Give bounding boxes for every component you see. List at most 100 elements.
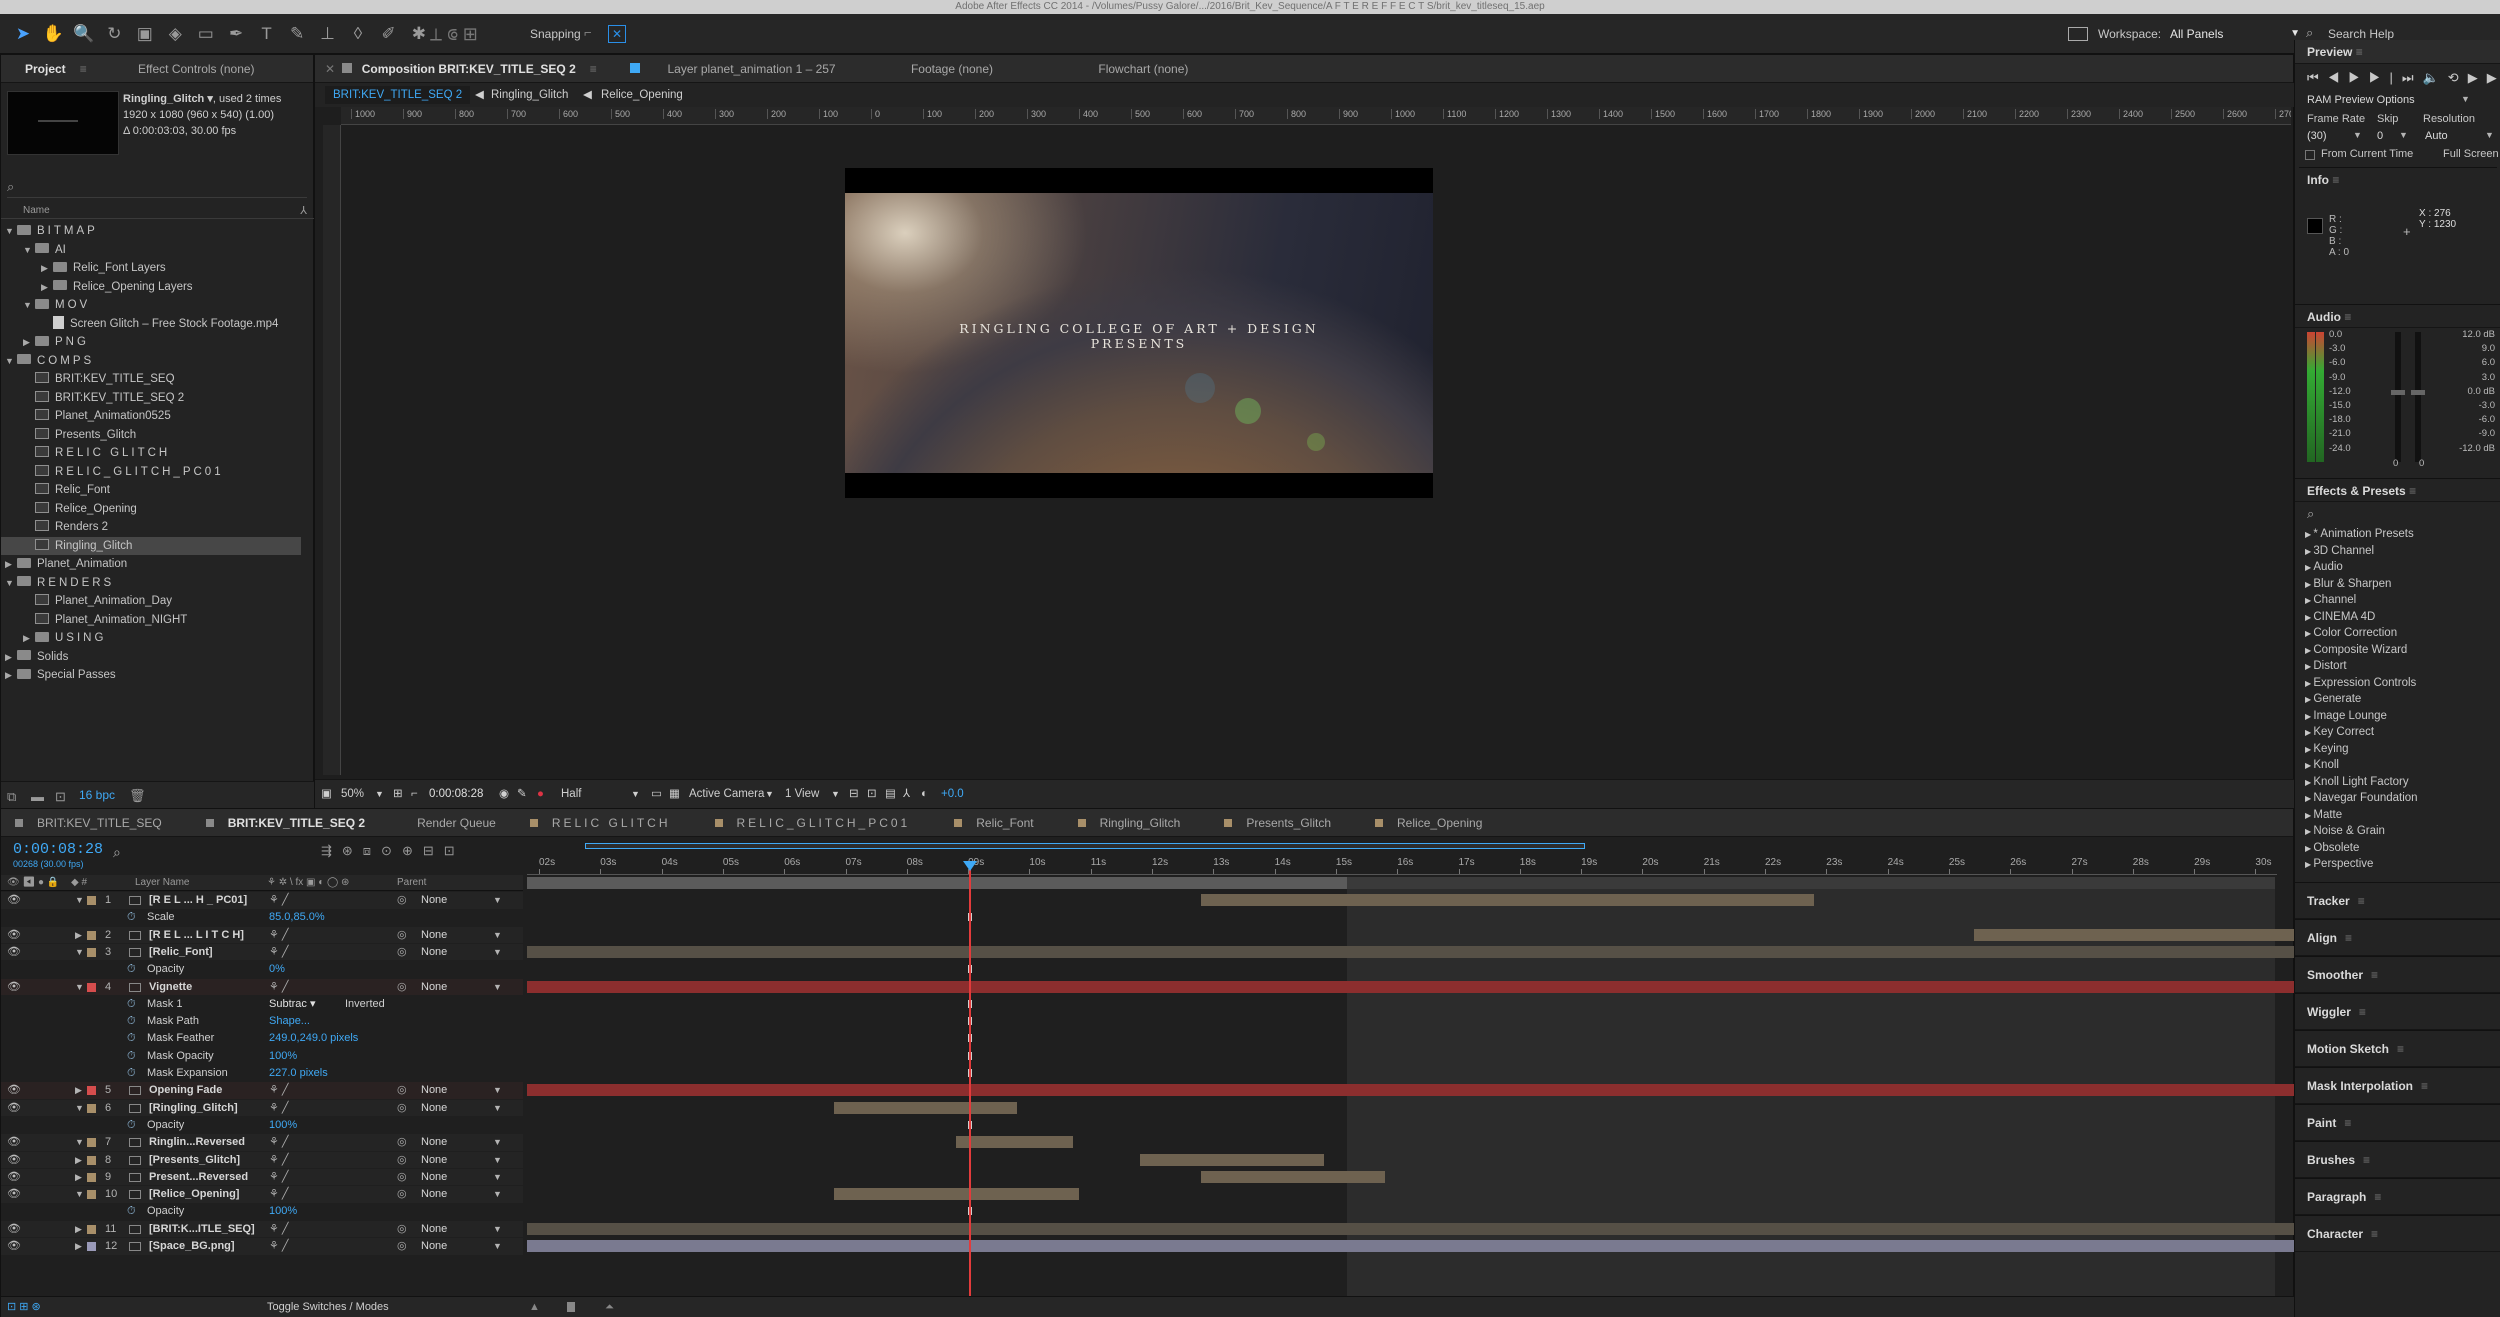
- project-item[interactable]: ▼ AI: [1, 241, 301, 260]
- project-item[interactable]: ▼ BITMAP: [1, 222, 301, 241]
- project-item[interactable]: Screen Glitch – Free Stock Footage.mp4: [1, 315, 301, 334]
- zoom-slider[interactable]: [567, 1302, 575, 1312]
- layer-name[interactable]: [Relic_Font]: [149, 944, 213, 961]
- layer-switches-icons[interactable]: ⚘ ╱: [269, 1221, 289, 1238]
- disclosure-closed-icon[interactable]: ▶: [5, 666, 17, 685]
- layer-name[interactable]: [Presents_Glitch]: [149, 1152, 240, 1169]
- type-tool-icon[interactable]: T: [254, 21, 280, 47]
- layer-duration-bar[interactable]: [833, 1101, 1018, 1114]
- layer-label-color[interactable]: [87, 896, 96, 905]
- project-item[interactable]: Ringling_Glitch: [1, 536, 301, 555]
- snapping-toggle-icon[interactable]: ✕: [608, 25, 626, 43]
- flowchart-icon[interactable]: ⅄: [300, 203, 307, 219]
- layer-switches-icons[interactable]: ⚘ ╱: [269, 1238, 289, 1255]
- layer-row[interactable]: 👁 ▼ 1 [R E L ... H _ PC01] ⚘ ╱ ◎ None ▼: [1, 892, 523, 909]
- project-item[interactable]: ▶ Planet_Animation: [1, 555, 301, 574]
- parent-select[interactable]: None: [421, 1186, 447, 1203]
- effects-category[interactable]: ▶ Key Correct: [2295, 724, 2500, 741]
- breadcrumb-item[interactable]: BRIT:KEV_TITLE_SEQ 2: [325, 86, 471, 104]
- layer-name[interactable]: Vignette: [149, 979, 192, 996]
- parent-pickwhip-icon[interactable]: ◎: [397, 1134, 407, 1151]
- layer-duration-bar[interactable]: [527, 1084, 2366, 1097]
- project-column-header[interactable]: Name ⅄: [1, 203, 315, 219]
- layer-property-row[interactable]: ⏱ Mask 1 Subtrac ▾ Inverted: [1, 995, 523, 1013]
- audio-slider-thumb[interactable]: [2391, 390, 2405, 395]
- layer-name[interactable]: Ringlin...Reversed: [149, 1134, 245, 1151]
- previous-frame-icon[interactable]: ◀: [2328, 70, 2349, 85]
- property-value[interactable]: Subtrac ▾: [269, 996, 316, 1013]
- disclosure-closed-icon[interactable]: ▶: [23, 333, 35, 352]
- frame-rate-select[interactable]: (30): [2307, 130, 2327, 142]
- layer-disclosure-icon[interactable]: ▶: [75, 927, 82, 944]
- parent-select[interactable]: None: [421, 892, 447, 909]
- mute-audio-icon[interactable]: 🔈: [2423, 70, 2448, 85]
- current-time-display[interactable]: 0:00:08:28: [13, 841, 103, 858]
- project-item[interactable]: ▶ Solids: [1, 648, 301, 667]
- property-value[interactable]: 249.0,249.0 pixels: [269, 1030, 358, 1047]
- project-item[interactable]: Planet_Animation0525: [1, 407, 301, 426]
- layer-duration-bar[interactable]: [1201, 1170, 1386, 1183]
- layer-switches-icons[interactable]: ⚘ ╱: [269, 1134, 289, 1151]
- layer-label-color[interactable]: [87, 1086, 96, 1096]
- timeline-footer-icons[interactable]: ⊡ ⊞ ⊛: [7, 1297, 41, 1317]
- stopwatch-icon[interactable]: ⏱: [127, 961, 136, 978]
- work-area-bar[interactable]: [527, 877, 1347, 889]
- collapsed-panel-header[interactable]: Character ≡: [2295, 1215, 2500, 1252]
- project-item[interactable]: Presents_Glitch: [1, 426, 301, 445]
- collapsed-panel-header[interactable]: Motion Sketch ≡: [2295, 1030, 2500, 1067]
- effects-category[interactable]: ▶ Expression Controls: [2295, 675, 2500, 692]
- layer-row[interactable]: 👁 ▶ 5 Opening Fade ⚘ ╱ ◎ None ▼: [1, 1082, 523, 1099]
- stopwatch-icon[interactable]: ⏱: [127, 1203, 136, 1220]
- parent-pickwhip-icon[interactable]: ◎: [397, 1152, 407, 1169]
- effects-category[interactable]: ▶ Perspective: [2295, 856, 2500, 873]
- skip-select[interactable]: 0: [2377, 130, 2383, 142]
- layer-switches-icons[interactable]: ⚘ ╱: [269, 1186, 289, 1203]
- layer-property-row[interactable]: ⏱ Mask Path Shape...: [1, 1013, 523, 1030]
- stopwatch-icon[interactable]: ⏱: [127, 996, 136, 1013]
- project-item[interactable]: Planet_Animation_NIGHT: [1, 611, 301, 630]
- layer-duration-bar[interactable]: [1140, 1153, 1324, 1166]
- layer-row[interactable]: 👁 ▼ 6 [Ringling_Glitch] ⚘ ╱ ◎ None ▼: [1, 1099, 523, 1117]
- disclosure-closed-icon[interactable]: ▶: [41, 259, 53, 278]
- safe-zones-icon[interactable]: ⊞: [393, 780, 403, 808]
- layer-label-color[interactable]: [87, 947, 96, 957]
- parent-pickwhip-icon[interactable]: ◎: [397, 1082, 407, 1099]
- parent-pickwhip-icon[interactable]: ◎: [397, 1169, 407, 1186]
- collapsed-panel-header[interactable]: Brushes ≡: [2295, 1141, 2500, 1178]
- project-item[interactable]: RELIC_GLITCH_PC01: [1, 463, 301, 482]
- effects-category[interactable]: ▶ Composite Wizard: [2295, 642, 2500, 659]
- hand-tool-icon[interactable]: ✋: [40, 21, 66, 47]
- preview-panel-header[interactable]: Preview ≡: [2295, 40, 2500, 64]
- layer-disclosure-icon[interactable]: ▼: [75, 892, 84, 909]
- parent-column[interactable]: Parent: [397, 875, 426, 891]
- roto-brush-tool-icon[interactable]: ✐: [375, 21, 401, 47]
- layer-duration-bar[interactable]: [527, 1240, 2366, 1252]
- layer-row[interactable]: 👁 ▼ 3 [Relic_Font] ⚘ ╱ ◎ None ▼: [1, 943, 523, 961]
- snapping-icon[interactable]: ⌐: [584, 25, 600, 41]
- parent-pickwhip-icon[interactable]: ◎: [397, 927, 407, 944]
- tab-project[interactable]: Project: [11, 55, 80, 82]
- stopwatch-icon[interactable]: ⏱: [127, 1065, 136, 1082]
- visibility-eye-icon[interactable]: 👁: [7, 944, 21, 961]
- breadcrumb-item[interactable]: Relice_Opening: [601, 83, 683, 107]
- tab-timeline-1[interactable]: BRIT:KEV_TITLE_SEQ 2: [214, 809, 379, 836]
- layer-switches-icons[interactable]: ⚘ ╱: [269, 1082, 289, 1099]
- layer-property-row[interactable]: ⏱ Mask Feather 249.0,249.0 pixels: [1, 1030, 523, 1047]
- layer-disclosure-icon[interactable]: ▼: [75, 1186, 84, 1203]
- selected-item-name[interactable]: Ringling_Glitch ▾: [123, 93, 213, 105]
- visibility-eye-icon[interactable]: 👁: [7, 927, 21, 944]
- layer-switches-icons[interactable]: ⚘ ╱: [269, 1100, 289, 1117]
- disclosure-open-icon[interactable]: ▼: [5, 574, 17, 593]
- current-time-indicator[interactable]: [969, 865, 971, 1316]
- exposure-value[interactable]: +0.0: [941, 780, 964, 808]
- new-folder-icon[interactable]: ▬: [31, 789, 44, 804]
- panel-menu-icon[interactable]: ≡: [2358, 894, 2365, 908]
- panel-menu-icon[interactable]: ≡: [2359, 1005, 2366, 1019]
- tab-composition[interactable]: Composition BRIT:KEV_TITLE_SEQ 2: [362, 55, 590, 82]
- parent-select[interactable]: None: [421, 1082, 447, 1099]
- stopwatch-icon[interactable]: ⏱: [127, 909, 136, 926]
- visibility-eye-icon[interactable]: 👁: [7, 979, 21, 996]
- project-item[interactable]: ▶ Special Passes: [1, 666, 301, 685]
- property-value[interactable]: 100%: [269, 1203, 297, 1220]
- project-item[interactable]: ▶ USING: [1, 629, 301, 648]
